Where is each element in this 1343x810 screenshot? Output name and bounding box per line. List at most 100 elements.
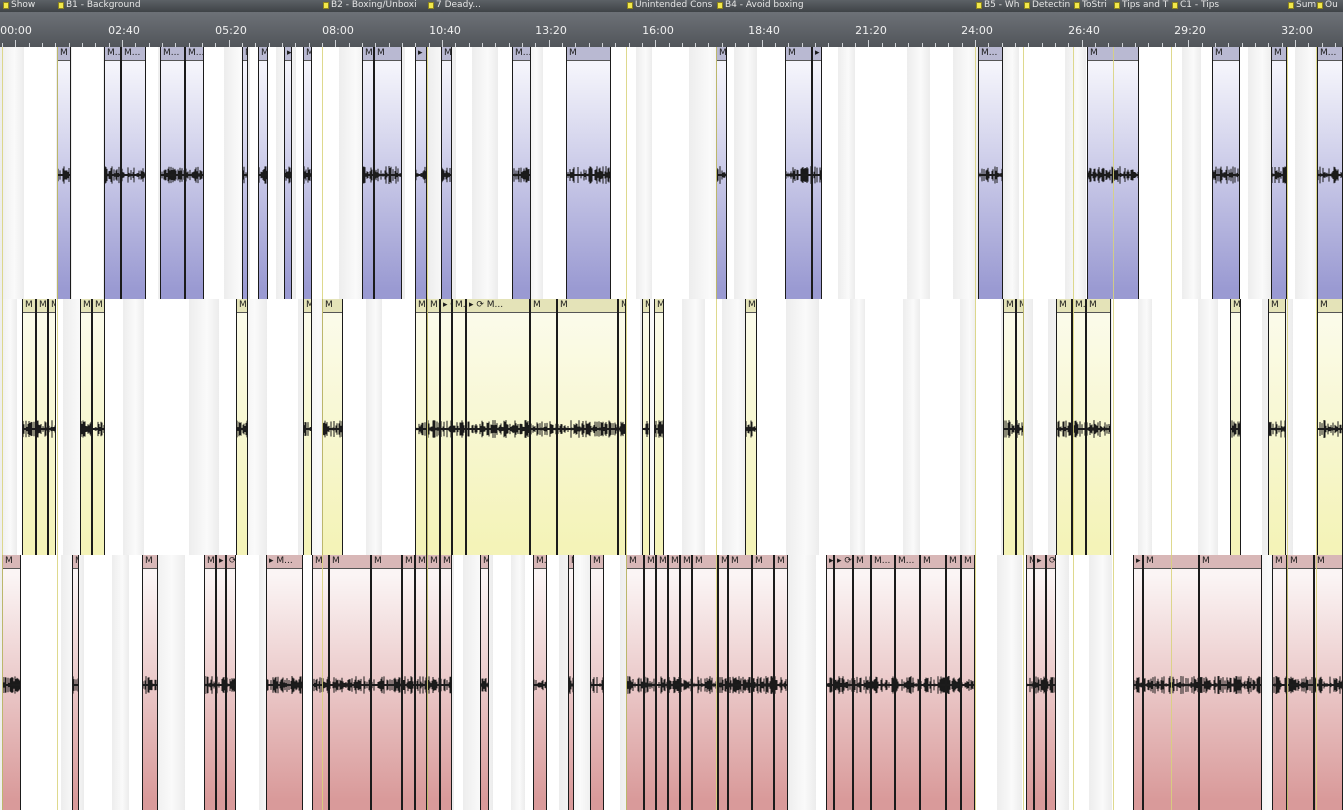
audio-clip[interactable]: M	[440, 555, 452, 810]
audio-clip[interactable]: M	[303, 47, 312, 299]
audio-clip[interactable]: M	[668, 555, 680, 810]
time-ruler[interactable]: 00:00 02:40 05:20 08:00 10:40 13:20 16:00 18:40…	[0, 12, 1343, 48]
audio-clip[interactable]: M	[258, 47, 268, 299]
audio-clip[interactable]: M	[36, 299, 48, 555]
audio-clip[interactable]: M	[22, 299, 36, 555]
audio-clip[interactable]: ⟳ M...	[1046, 555, 1056, 810]
audio-clip[interactable]: M	[374, 47, 402, 299]
audio-clip[interactable]: M	[692, 555, 718, 810]
audio-clip[interactable]: M	[680, 555, 692, 810]
audio-clip[interactable]: M	[2, 555, 21, 810]
audio-clip[interactable]: M...	[978, 47, 1003, 299]
audio-clip[interactable]: M	[312, 555, 329, 810]
audio-clip[interactable]: M...	[895, 555, 920, 810]
audio-clip[interactable]: M	[745, 299, 757, 555]
marker-9[interactable]: Tips and T	[1113, 0, 1178, 12]
audio-clip[interactable]: M	[1272, 555, 1287, 810]
audio-clip[interactable]: M	[329, 555, 371, 810]
audio-clip[interactable]: M...	[185, 47, 204, 299]
audio-clip[interactable]: M	[961, 555, 975, 810]
audio-clip[interactable]: M	[402, 555, 415, 810]
audio-clip[interactable]: M	[774, 555, 788, 810]
audio-clip[interactable]: M	[1271, 47, 1287, 299]
audio-clip[interactable]: M	[716, 47, 727, 299]
audio-clip[interactable]: M...	[104, 47, 121, 299]
audio-clip[interactable]: M	[322, 299, 343, 555]
audio-clip[interactable]: M	[480, 555, 489, 810]
audio-clip[interactable]: ▸ M...	[216, 555, 226, 810]
audio-clip[interactable]: M	[1268, 299, 1286, 555]
audio-clip[interactable]: M	[644, 555, 656, 810]
audio-clip[interactable]: M	[236, 299, 248, 555]
audio-clip[interactable]: M	[920, 555, 946, 810]
audio-clip[interactable]: M	[785, 47, 812, 299]
marker-5[interactable]: B4 - Avoid boxing	[716, 0, 982, 12]
audio-clip[interactable]: M...	[871, 555, 895, 810]
audio-clip[interactable]: M	[718, 555, 728, 810]
audio-clip[interactable]: M	[566, 47, 611, 299]
audio-clip[interactable]: M	[626, 555, 644, 810]
audio-clip[interactable]: M	[427, 299, 440, 555]
audio-clip[interactable]: M	[371, 555, 402, 810]
audio-clip[interactable]: M	[590, 555, 604, 810]
audio-clip[interactable]: M	[1003, 299, 1016, 555]
audio-clip[interactable]: M	[57, 47, 71, 299]
audio-clip[interactable]: M	[1086, 299, 1111, 555]
audio-clip[interactable]: M...	[452, 299, 466, 555]
audio-clip[interactable]: M	[204, 555, 216, 810]
audio-clip[interactable]: M	[642, 299, 650, 555]
audio-clip[interactable]: ▸ ⟳ MO...	[834, 555, 853, 810]
audio-clip[interactable]: M	[1212, 47, 1240, 299]
audio-clip[interactable]: M	[853, 555, 871, 810]
audio-clip[interactable]: M	[1287, 555, 1314, 810]
audio-clip[interactable]: M	[1230, 299, 1241, 555]
audio-clip[interactable]: ⟳ M...	[226, 555, 236, 810]
audio-clip[interactable]: ▸ ⟳ MO...	[440, 299, 452, 555]
audio-clip[interactable]: M	[92, 299, 105, 555]
audio-clip[interactable]: ▸ M...	[284, 47, 292, 299]
audio-clip[interactable]: M	[415, 555, 427, 810]
audio-clip[interactable]: M	[656, 555, 668, 810]
audio-clip[interactable]: M...	[121, 47, 146, 299]
audio-clip[interactable]: M	[728, 555, 752, 810]
audio-clip[interactable]: M...	[533, 555, 547, 810]
audio-clip[interactable]: M	[80, 299, 92, 555]
audio-clip[interactable]: ▸ M...	[1034, 555, 1046, 810]
audio-clip[interactable]: M	[946, 555, 961, 810]
audio-clip[interactable]: ▸ M...	[1133, 555, 1143, 810]
audio-clip[interactable]: M	[618, 299, 626, 555]
audio-clip[interactable]: M...	[303, 299, 312, 555]
marker-3[interactable]: 7 Deady...	[427, 0, 633, 12]
audio-clip[interactable]: M	[142, 555, 158, 810]
audio-clip[interactable]: M	[1056, 299, 1072, 555]
audio-clip[interactable]: M	[654, 299, 664, 555]
audio-clip[interactable]: M...	[512, 47, 531, 299]
audio-clip[interactable]: M	[1314, 555, 1343, 810]
audio-clip[interactable]: M	[72, 555, 79, 810]
audio-clip[interactable]: M	[48, 299, 56, 555]
audio-clip[interactable]: M...	[1317, 47, 1343, 299]
audio-clip[interactable]: M	[557, 299, 618, 555]
audio-clip[interactable]: M...	[568, 555, 574, 810]
audio-clip[interactable]: M...	[242, 47, 248, 299]
audio-clip[interactable]: M	[427, 555, 440, 810]
marker-12[interactable]: Ou	[1316, 0, 1343, 12]
audio-clip[interactable]: M	[441, 47, 452, 299]
audio-clip[interactable]: ▸ ⟳ M...	[826, 555, 834, 810]
marker-2[interactable]: B2 - Boxing/Unboxi	[322, 0, 434, 12]
audio-clip[interactable]: M	[362, 47, 374, 299]
audio-clip[interactable]: ▸ ⟳ M...	[812, 47, 822, 299]
audio-clip[interactable]: M...	[160, 47, 185, 299]
audio-clip[interactable]: ▸ M...	[266, 555, 303, 810]
audio-clip[interactable]: M	[752, 555, 774, 810]
audio-clip[interactable]: ▸ ⟳ M...	[466, 299, 530, 555]
audio-clip[interactable]: M...	[1072, 299, 1086, 555]
marker-1[interactable]: B1 - Background	[57, 0, 329, 12]
audio-clip[interactable]: M	[530, 299, 557, 555]
audio-clip[interactable]: M	[415, 299, 427, 555]
audio-clip[interactable]: M	[1317, 299, 1343, 555]
audio-clip[interactable]: ▸ MO...	[415, 47, 427, 299]
marker-7[interactable]: Detectin	[1023, 0, 1080, 12]
audio-clip[interactable]: M	[1199, 555, 1262, 810]
marker-0[interactable]: Show	[2, 0, 64, 12]
